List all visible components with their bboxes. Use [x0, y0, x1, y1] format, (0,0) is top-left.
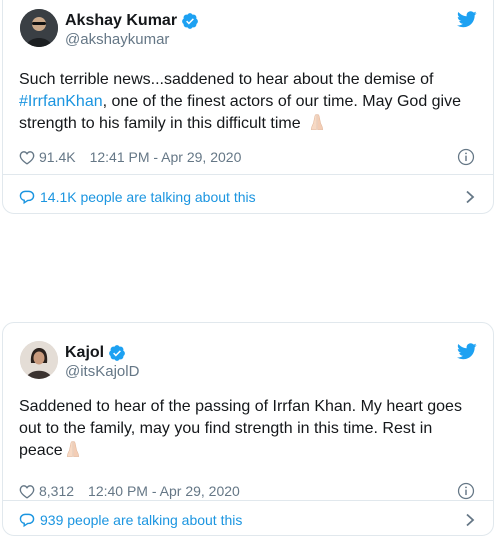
- folded-hands-emoji-icon: [66, 441, 79, 457]
- chevron-right-icon[interactable]: [465, 513, 475, 527]
- info-icon[interactable]: [457, 482, 475, 500]
- author-name-row: Kajol: [65, 343, 126, 363]
- author-handle[interactable]: @akshaykumar: [65, 31, 169, 48]
- tweet-text: Saddened to hear of the passing of Irrfa…: [19, 396, 473, 462]
- like-count[interactable]: 91.4K: [39, 149, 76, 165]
- twitter-bird-icon[interactable]: [457, 11, 477, 28]
- tweet-text: Such terrible news...saddened to hear ab…: [19, 69, 473, 135]
- chevron-right-icon[interactable]: [465, 190, 475, 204]
- timestamp[interactable]: 12:40 PM - Apr 29, 2020: [88, 483, 240, 499]
- author-name-row: Akshay Kumar: [65, 11, 199, 31]
- tweet-meta-row: 8,312 12:40 PM - Apr 29, 2020: [19, 481, 475, 501]
- heart-icon[interactable]: [19, 150, 35, 165]
- author-handle[interactable]: @itsKajolD: [65, 363, 139, 380]
- tweet-header: Akshay Kumar @akshaykumar: [17, 9, 479, 57]
- like-count[interactable]: 8,312: [39, 483, 74, 499]
- speech-bubble-icon: [19, 513, 35, 528]
- tweet-card[interactable]: Kajol @itsKajolD Saddened to hear of the…: [2, 322, 494, 536]
- divider: [3, 174, 493, 175]
- avatar[interactable]: [20, 341, 58, 379]
- conversation-link[interactable]: 14.1K people are talking about this: [19, 186, 475, 208]
- speech-bubble-icon: [19, 190, 35, 205]
- tweet-header: Kajol @itsKajolD: [17, 341, 479, 389]
- conversation-link[interactable]: 939 people are talking about this: [19, 509, 475, 531]
- avatar[interactable]: [20, 9, 58, 47]
- hashtag-link[interactable]: #IrrfanKhan: [19, 93, 103, 110]
- author-name[interactable]: Kajol: [65, 344, 104, 362]
- conversation-count[interactable]: 14.1K people are talking about this: [40, 189, 256, 205]
- tweet-card[interactable]: Akshay Kumar @akshaykumar Such terrible …: [2, 0, 494, 214]
- verified-badge-icon: [109, 345, 126, 361]
- folded-hands-emoji-icon: [310, 114, 324, 130]
- timestamp[interactable]: 12:41 PM - Apr 29, 2020: [90, 149, 242, 165]
- tweet-text-part: Saddened to hear of the passing of Irrfa…: [19, 398, 462, 459]
- heart-icon[interactable]: [19, 484, 35, 499]
- verified-badge-icon: [182, 13, 198, 29]
- tweet-text-part: Such terrible news...saddened to hear ab…: [19, 71, 434, 88]
- info-icon[interactable]: [457, 148, 475, 166]
- conversation-count[interactable]: 939 people are talking about this: [40, 512, 242, 528]
- tweet-meta-row: 91.4K 12:41 PM - Apr 29, 2020: [19, 147, 475, 167]
- divider: [3, 500, 493, 501]
- twitter-bird-icon[interactable]: [457, 343, 477, 360]
- author-name[interactable]: Akshay Kumar: [65, 12, 177, 30]
